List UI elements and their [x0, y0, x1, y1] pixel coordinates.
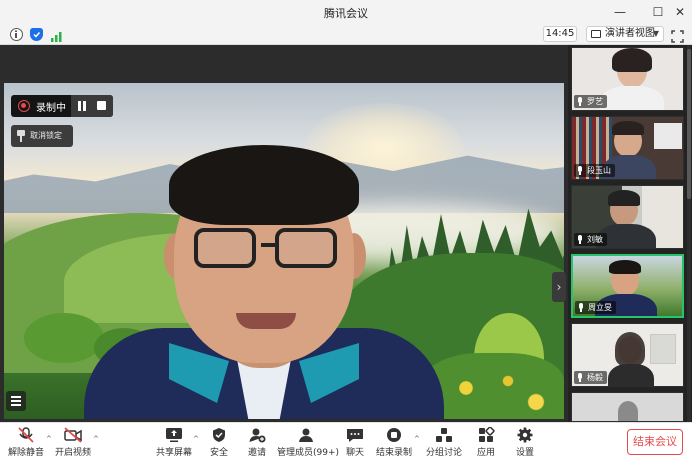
participant-tile[interactable]	[571, 392, 684, 422]
participant-name: 段玉山	[574, 164, 615, 177]
signal-strength-icon[interactable]	[50, 28, 63, 42]
participant-tile-active[interactable]: 周立旻	[571, 254, 684, 318]
apps-grid-icon	[477, 426, 495, 443]
collapse-sidebar-button[interactable]: ›	[552, 272, 566, 302]
microphone-muted-icon	[17, 427, 35, 443]
participant-name: 杨毅	[574, 371, 607, 384]
breakout-icon	[435, 427, 453, 443]
settings-button[interactable]: 设置	[511, 427, 539, 460]
microphone-icon	[577, 97, 583, 106]
add-user-icon	[248, 427, 266, 443]
fullscreen-icon[interactable]	[671, 28, 684, 43]
participant-tile[interactable]: 杨毅	[571, 323, 684, 387]
security-button[interactable]: 安全	[205, 427, 233, 460]
microphone-icon	[577, 235, 583, 244]
view-mode-selector[interactable]: 演讲者视图 ▼	[586, 26, 664, 42]
unlock-video-button[interactable]: 取消锁定	[11, 125, 73, 147]
stop-recording-button[interactable]	[97, 101, 106, 110]
shield-icon[interactable]	[30, 28, 43, 41]
recording-status: 录制中	[36, 103, 66, 114]
microphone-icon	[577, 373, 583, 382]
unmute-button[interactable]: 解除静音	[6, 427, 46, 460]
chat-icon	[346, 427, 364, 443]
participant-name: 罗艺	[574, 95, 607, 108]
invite-button[interactable]: 邀请	[243, 427, 271, 460]
recording-indicator: 录制中	[11, 95, 113, 117]
video-off-icon	[64, 427, 82, 443]
shield-icon	[210, 427, 228, 443]
end-meeting-button[interactable]: 结束会议	[627, 429, 683, 455]
window-title: 腾讯会议	[324, 7, 368, 20]
members-icon	[297, 427, 315, 443]
participant-tile[interactable]: 段玉山	[571, 116, 684, 180]
gear-icon	[516, 427, 534, 443]
meeting-info-bar: 14:45 演讲者视图 ▼	[0, 24, 692, 45]
minimize-icon[interactable]: —	[610, 2, 630, 22]
participant-name: 刘敏	[574, 233, 607, 246]
meeting-clock: 14:45	[543, 26, 577, 42]
share-screen-icon	[165, 427, 183, 443]
end-recording-button[interactable]: 结束录制	[376, 427, 412, 460]
apps-button[interactable]: 应用	[472, 426, 500, 460]
stop-record-icon	[385, 427, 403, 443]
microphone-icon	[578, 303, 584, 312]
unlock-label: 取消锁定	[30, 131, 62, 140]
participant-sidebar: 罗艺 段玉山 刘敏 周立旻 杨毅	[568, 45, 692, 422]
record-options-chevron-icon[interactable]: ^	[414, 435, 420, 443]
record-icon	[18, 100, 30, 112]
meeting-toolbar: 解除静音 ^ 开启视频 ^ 共享屏幕 ^ 安全 邀请 管理成员(99+) 聊天 …	[0, 422, 692, 461]
view-mode-label: 演讲者视图	[605, 28, 655, 39]
audio-options-chevron-icon[interactable]: ^	[46, 435, 52, 443]
manage-members-button[interactable]: 管理成员(99+)	[277, 427, 339, 460]
virtual-background	[4, 83, 564, 419]
breakout-rooms-button[interactable]: 分组讨论	[426, 427, 462, 460]
video-options-chevron-icon[interactable]: ^	[93, 435, 99, 443]
chat-button[interactable]: 聊天	[341, 427, 369, 460]
sidebar-scrollbar[interactable]	[687, 45, 691, 422]
participant-name: 周立旻	[575, 301, 616, 314]
participant-tile[interactable]: 罗艺	[571, 47, 684, 111]
speaker-video[interactable]: 录制中 取消锁定 ›	[0, 45, 568, 422]
pin-icon	[17, 130, 25, 142]
maximize-icon[interactable]: ☐	[648, 2, 668, 22]
layout-list-icon[interactable]	[6, 391, 26, 411]
speaker-figure	[64, 143, 454, 419]
start-video-button[interactable]: 开启视频	[54, 427, 92, 460]
close-icon[interactable]: ✕	[670, 2, 690, 22]
title-bar: 腾讯会议 — ☐ ✕	[0, 0, 692, 24]
share-screen-button[interactable]: 共享屏幕	[156, 427, 192, 460]
speaker-view-icon	[591, 30, 601, 38]
share-options-chevron-icon[interactable]: ^	[193, 435, 199, 443]
participant-tile[interactable]: 刘敏	[571, 185, 684, 249]
microphone-icon	[577, 166, 583, 175]
pause-recording-button[interactable]	[75, 99, 89, 113]
chevron-down-icon: ▼	[652, 29, 659, 38]
info-icon[interactable]	[10, 28, 23, 41]
